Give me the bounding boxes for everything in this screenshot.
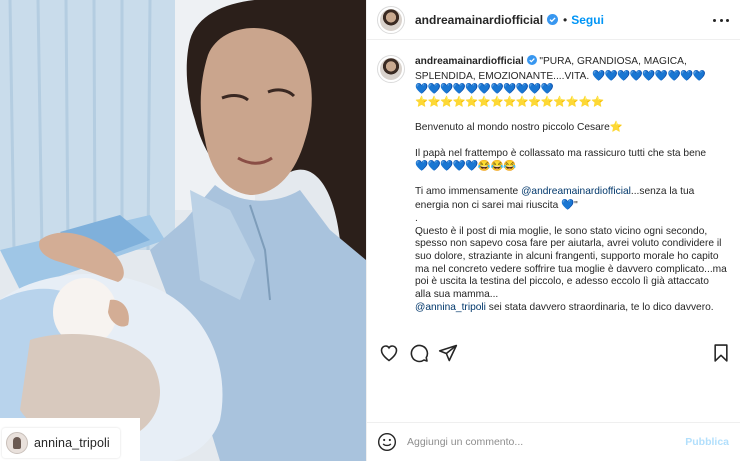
papa-smiles: 😂😂😂 — [477, 160, 516, 173]
follow-button[interactable]: Segui — [571, 13, 604, 27]
verified-badge-icon — [547, 14, 559, 25]
heart-outline-icon[interactable] — [379, 343, 399, 363]
smiley-icon[interactable] — [377, 432, 397, 452]
welcome-emoji: ⭐ — [609, 121, 623, 134]
caption-username[interactable]: andreamainardiofficial — [415, 56, 524, 67]
post-header: andreamainardiofficial • Segui — [367, 0, 740, 40]
author-username[interactable]: andreamainardiofficial — [415, 13, 543, 27]
caption-avatar[interactable] — [377, 55, 405, 83]
mention-annina-tripoli[interactable]: @annina_tripoli — [415, 302, 486, 313]
post-panel: andreamainardiofficial • Segui andreamai… — [366, 0, 740, 461]
tag-username[interactable]: annina_tripoli — [34, 436, 110, 450]
papa-hearts: 💙💙💙💙💙 — [415, 160, 478, 173]
caption-area: andreamainardiofficial "PURA, GRANDIOSA,… — [367, 41, 740, 337]
caption-text: andreamainardiofficial "PURA, GRANDIOSA,… — [415, 55, 727, 314]
stars-row: ⭐⭐⭐⭐⭐⭐⭐⭐⭐⭐⭐⭐⭐⭐⭐ — [415, 96, 604, 109]
comment-bubble-icon[interactable] — [409, 343, 429, 363]
bookmark-icon[interactable] — [711, 343, 731, 363]
paper-plane-icon[interactable] — [438, 343, 458, 363]
user-tag[interactable]: annina_tripoli — [2, 428, 120, 458]
comment-input[interactable] — [407, 436, 680, 448]
final-text: sei stata davvero straordinaria, te lo d… — [485, 301, 714, 313]
love-heart: 💙 — [561, 199, 575, 212]
love-close: " — [574, 200, 578, 212]
post-image — [0, 0, 366, 461]
story-paragraph: Questo è il post di mia moglie, le sono … — [415, 225, 727, 301]
post-photo[interactable]: annina_tripoli — [0, 0, 366, 461]
tag-avatar — [6, 432, 28, 454]
author-avatar[interactable] — [377, 5, 405, 34]
mention-andreamainardiofficial[interactable]: @andreamainardiofficial — [521, 186, 631, 197]
caption-dot: . — [415, 212, 418, 224]
welcome-line: Benvenuto al mondo nostro piccolo Cesare — [415, 122, 610, 134]
hearts-row-2: 💙💙💙💙💙💙💙💙💙💙💙 — [415, 83, 554, 96]
comment-bar: Pubblica — [367, 422, 740, 461]
papa-line: Il papà nel frattempo è collassato ma ra… — [415, 147, 707, 159]
publish-button[interactable]: Pubblica — [685, 436, 729, 448]
hearts-row-1: 💙💙💙💙💙💙💙💙💙 — [592, 69, 706, 82]
header-separator: • — [563, 12, 568, 27]
more-options-icon[interactable] — [713, 13, 729, 27]
verified-badge-icon — [526, 55, 537, 70]
love-prefix: Ti amo immensamente — [415, 186, 522, 198]
post-actions — [367, 337, 740, 369]
